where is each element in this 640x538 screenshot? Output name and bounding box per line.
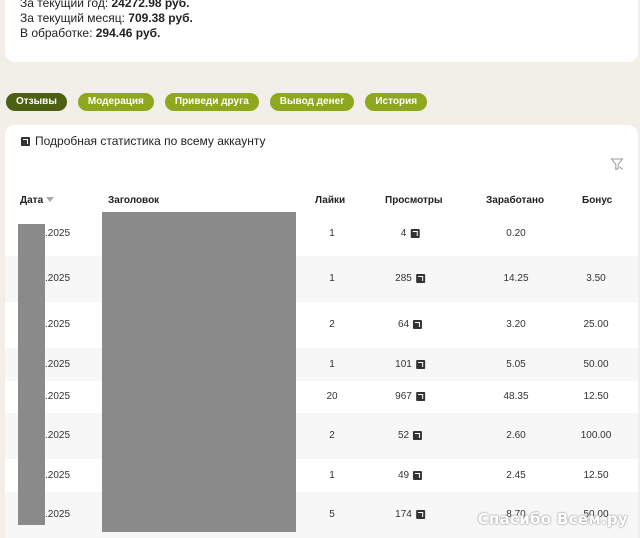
external-link-icon bbox=[415, 392, 425, 401]
row-views-link[interactable]: 285 bbox=[395, 273, 425, 284]
column-header-bonus[interactable]: Бонус bbox=[582, 195, 612, 206]
row-bonus: 25.00 bbox=[583, 319, 609, 330]
row-views: 52 bbox=[397, 430, 423, 441]
row-earned: 2.60 bbox=[506, 430, 526, 441]
row-date: .2025 bbox=[45, 273, 71, 284]
earnings-summary: За текущий год: 24272.98 руб. За текущий… bbox=[5, 0, 638, 62]
row-date: .2025 bbox=[45, 509, 71, 520]
table-row[interactable]: .2025 2 52 2.60 100.00 bbox=[5, 413, 638, 459]
redacted-date-block bbox=[18, 224, 45, 525]
row-views: 4 bbox=[401, 228, 420, 239]
row-earned: 48.35 bbox=[503, 391, 529, 402]
column-header-views[interactable]: Просмотры bbox=[385, 195, 443, 206]
row-views-link[interactable]: 967 bbox=[395, 391, 425, 402]
row-views-value: 174 bbox=[395, 509, 412, 520]
tab-withdraw[interactable]: Вывод денег bbox=[269, 93, 355, 111]
row-views-link[interactable]: 49 bbox=[397, 470, 423, 481]
summary-year: За текущий год: 24272.98 руб. bbox=[20, 0, 190, 10]
row-views: 174 bbox=[395, 509, 425, 520]
external-link-icon bbox=[21, 136, 30, 146]
external-link-icon bbox=[413, 431, 423, 440]
row-likes: 1 bbox=[329, 359, 335, 370]
row-views-link[interactable]: 174 bbox=[395, 509, 425, 520]
column-header-date[interactable]: Дата bbox=[20, 195, 55, 206]
external-link-icon bbox=[415, 274, 425, 283]
external-link-icon bbox=[415, 510, 425, 519]
external-link-icon bbox=[410, 229, 420, 238]
table-row[interactable]: .2025 2 64 3.20 25.00 bbox=[5, 302, 638, 348]
table-row[interactable]: .2025 1 4 0.20 bbox=[5, 212, 638, 255]
sort-down-icon bbox=[46, 197, 55, 202]
row-bonus: 100.00 bbox=[580, 430, 612, 441]
column-header-title[interactable]: Заголовок bbox=[108, 195, 159, 206]
row-likes: 20 bbox=[326, 391, 338, 402]
redacted-title-block bbox=[102, 212, 296, 532]
row-views-link[interactable]: 101 bbox=[395, 359, 425, 370]
row-date: .2025 bbox=[45, 359, 71, 370]
row-views-value: 967 bbox=[395, 391, 412, 402]
filter-icon[interactable] bbox=[610, 157, 624, 171]
row-likes: 1 bbox=[329, 273, 335, 284]
row-earned: 5.05 bbox=[506, 359, 526, 370]
row-views-value: 101 bbox=[395, 359, 412, 370]
external-link-icon bbox=[413, 471, 423, 480]
row-likes: 1 bbox=[329, 228, 335, 239]
row-date: .2025 bbox=[45, 391, 71, 402]
external-link-icon bbox=[415, 360, 425, 369]
row-views-link[interactable]: 4 bbox=[401, 228, 420, 239]
row-earned: 2.45 bbox=[506, 470, 526, 481]
column-header-earned[interactable]: Заработано bbox=[486, 195, 544, 206]
row-likes: 5 bbox=[329, 509, 335, 520]
row-date: .2025 bbox=[45, 228, 71, 239]
table-row[interactable]: .2025 1 101 5.05 50.00 bbox=[5, 348, 638, 381]
row-earned: 14.25 bbox=[503, 273, 529, 284]
row-views: 101 bbox=[395, 359, 425, 370]
tab-invite-friend[interactable]: Приведи друга bbox=[164, 93, 259, 111]
row-views-link[interactable]: 64 bbox=[397, 319, 423, 330]
tab-moderation[interactable]: Модерация bbox=[77, 93, 154, 111]
row-likes: 2 bbox=[329, 319, 335, 330]
external-link-icon bbox=[413, 320, 423, 329]
row-views: 64 bbox=[397, 319, 423, 330]
row-views: 285 bbox=[395, 273, 425, 284]
stats-card: Подробная статистика по всему аккаунту Д… bbox=[5, 125, 638, 538]
row-views: 967 bbox=[395, 391, 425, 402]
summary-processing: В обработке: 294.46 руб. bbox=[20, 26, 161, 40]
row-bonus: 50.00 bbox=[583, 359, 609, 370]
row-views-value: 285 bbox=[395, 273, 412, 284]
row-likes: 1 bbox=[329, 470, 335, 481]
table-row[interactable]: .2025 1 285 14.25 3.50 bbox=[5, 256, 638, 302]
row-date: .2025 bbox=[45, 319, 71, 330]
row-views-value: 64 bbox=[397, 319, 410, 330]
row-date: .2025 bbox=[45, 470, 71, 481]
tab-history[interactable]: История bbox=[365, 93, 428, 111]
tab-reviews[interactable]: Отзывы bbox=[6, 93, 67, 111]
row-likes: 2 bbox=[329, 430, 335, 441]
stats-title: Подробная статистика по всему аккаунту bbox=[35, 134, 266, 148]
row-bonus: 3.50 bbox=[586, 273, 606, 284]
stats-link[interactable]: Подробная статистика по всему аккаунту bbox=[21, 134, 265, 148]
row-bonus: 12.50 bbox=[583, 470, 609, 481]
table-row[interactable]: .2025 1 49 2.45 12.50 bbox=[5, 460, 638, 492]
tab-bar: Отзывы Модерация Приведи друга Вывод ден… bbox=[6, 93, 428, 111]
row-earned: 0.20 bbox=[506, 228, 526, 239]
row-bonus: 12.50 bbox=[583, 391, 609, 402]
row-views-value: 49 bbox=[397, 470, 410, 481]
row-earned: 3.20 bbox=[506, 319, 526, 330]
summary-month: За текущий месяц: 709.38 руб. bbox=[20, 11, 193, 25]
row-views-value: 4 bbox=[400, 228, 407, 239]
watermark: Спасибо Всем.ру bbox=[477, 510, 628, 528]
column-header-likes[interactable]: Лайки bbox=[315, 195, 345, 206]
row-date: .2025 bbox=[45, 430, 71, 441]
row-views-value: 52 bbox=[397, 430, 410, 441]
row-views: 49 bbox=[397, 470, 423, 481]
row-views-link[interactable]: 52 bbox=[397, 430, 423, 441]
table-row[interactable]: .2025 20 967 48.35 12.50 bbox=[5, 381, 638, 413]
